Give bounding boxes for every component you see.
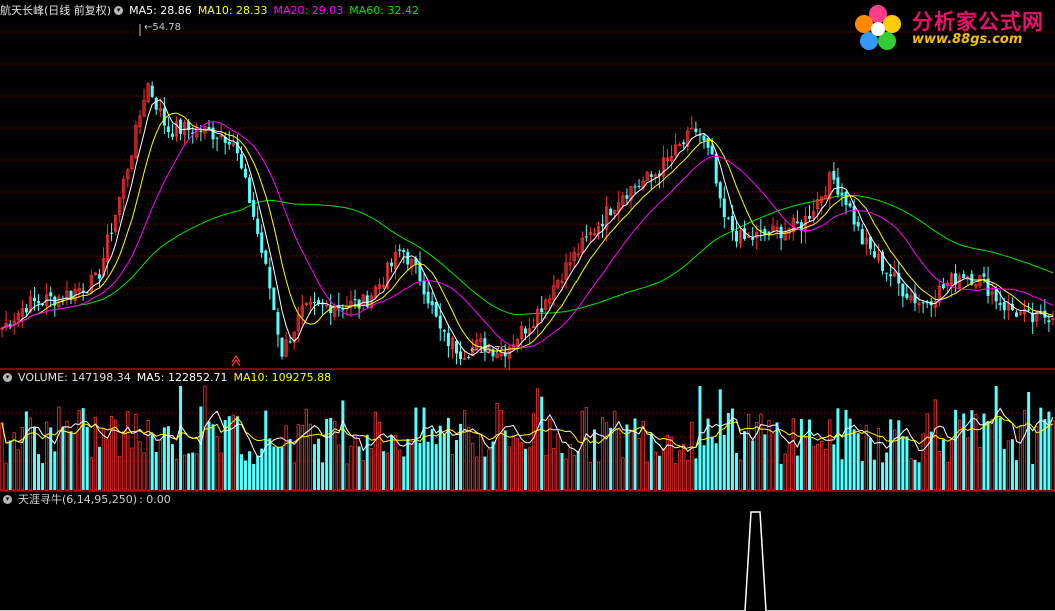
stock-title: 航天长峰(日线 前复权) (0, 4, 112, 17)
flower-logo-icon (855, 5, 901, 50)
price-panel-header: 航天长峰(日线 前复权) ▾ MA5: 28.86 MA10: 28.33 MA20: … (0, 4, 425, 18)
indicator-panel-header: ▾ 天涯寻牛(6,14,95,250): 0.00 (0, 493, 177, 507)
site-logo: 分析家公式网 www.88gs.com (850, 2, 1055, 54)
volume-panel-header: ▾ VOLUME: 147198.34 MA5: 122852.71 MA10: 10… (0, 371, 337, 385)
ma60-line (1, 194, 1054, 329)
price-markers (139, 24, 241, 367)
panel-menu-icon[interactable]: ▾ (114, 5, 124, 15)
volume-value: VOLUME: 147198.34 (18, 371, 131, 384)
moving-average-lines (1, 99, 1054, 356)
volume-menu-icon[interactable]: ▾ (3, 372, 12, 382)
high-price-label: ←54.78 (144, 22, 182, 33)
volume-ma10-value: MA10: 109275.88 (233, 371, 332, 384)
ma5-value: MA5: 28.86 (129, 4, 192, 17)
ma20-value: MA20: 29.03 (273, 4, 344, 17)
volume-ma5-value: MA5: 122852.71 (136, 371, 228, 384)
indicator-line (0, 511, 1055, 611)
low-price-value: 16.79 (478, 345, 508, 356)
indicator-name: 天涯寻牛(6,14,95,250) (18, 493, 138, 506)
indicator-value: : 0.00 (139, 493, 171, 506)
stock-chart-canvas[interactable] (0, 0, 1055, 611)
high-price-value: 54.78 (152, 22, 182, 33)
candlesticks (0, 81, 1055, 371)
volume-ma-lines (1, 407, 1054, 458)
ma60-value: MA60: 32.42 (349, 4, 419, 17)
ma10-value: MA10: 28.33 (197, 4, 268, 17)
low-price-label: ←16.79 (470, 345, 508, 356)
logo-url: www.88gs.com (912, 32, 1023, 47)
indicator-menu-icon[interactable]: ▾ (3, 494, 12, 504)
